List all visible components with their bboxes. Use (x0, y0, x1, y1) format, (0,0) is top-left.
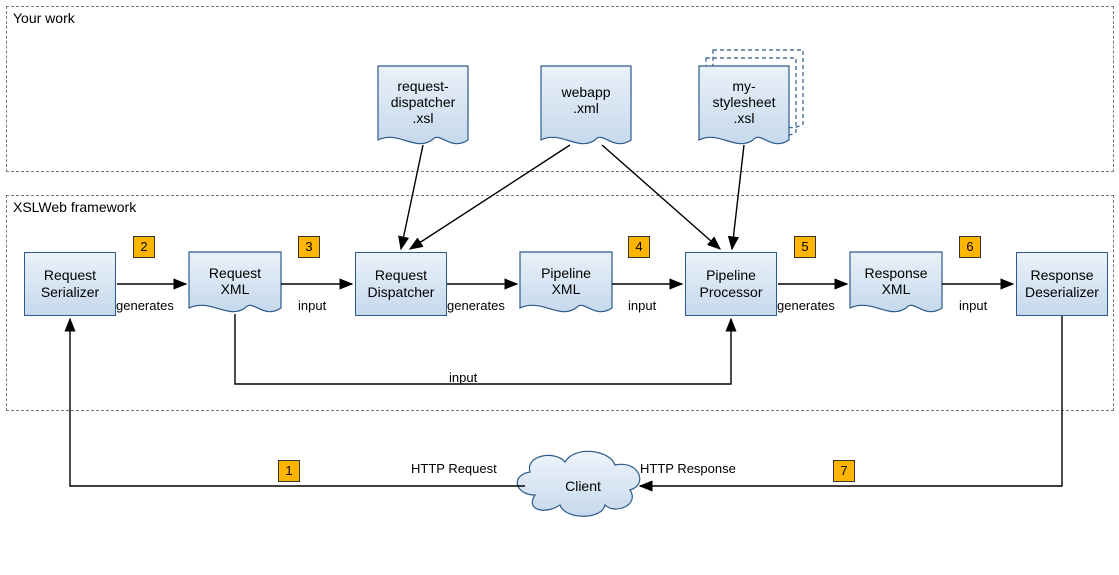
section-label-framework: XSLWeb framework (13, 199, 136, 215)
lbl-http-response: HTTP Response (640, 461, 736, 476)
badge-1: 1 (278, 460, 300, 482)
box-label: Pipeline Processor (699, 267, 762, 301)
box-label: Request Dispatcher (368, 267, 435, 301)
lbl-generates-1: generates (116, 298, 174, 313)
box-request-serializer: Request Serializer (24, 252, 116, 316)
cloud-client: Client (517, 451, 639, 516)
lbl-input-2: input (628, 298, 656, 313)
lbl-http-request: HTTP Request (411, 461, 497, 476)
badge-6: 6 (959, 236, 981, 258)
section-your-work: Your work (6, 6, 1114, 172)
box-request-dispatcher: Request Dispatcher (355, 252, 447, 316)
lbl-generates-2: generates (447, 298, 505, 313)
lbl-input-loop: input (449, 370, 477, 385)
box-response-deserializer: Response Deserializer (1016, 252, 1108, 316)
badge-2: 2 (133, 236, 155, 258)
box-pipeline-processor: Pipeline Processor (685, 252, 777, 316)
section-label-your-work: Your work (13, 10, 75, 26)
client-label: Client (565, 478, 601, 494)
badge-7: 7 (833, 460, 855, 482)
badge-3: 3 (298, 236, 320, 258)
diagram-root: Your work XSLWeb framework Request Seria… (0, 0, 1119, 575)
box-label: Response Deserializer (1025, 267, 1099, 301)
lbl-input-3: input (959, 298, 987, 313)
badge-4: 4 (628, 236, 650, 258)
lbl-input-1: input (298, 298, 326, 313)
badge-5: 5 (794, 236, 816, 258)
box-label: Request Serializer (41, 267, 99, 301)
lbl-generates-3: generates (777, 298, 835, 313)
